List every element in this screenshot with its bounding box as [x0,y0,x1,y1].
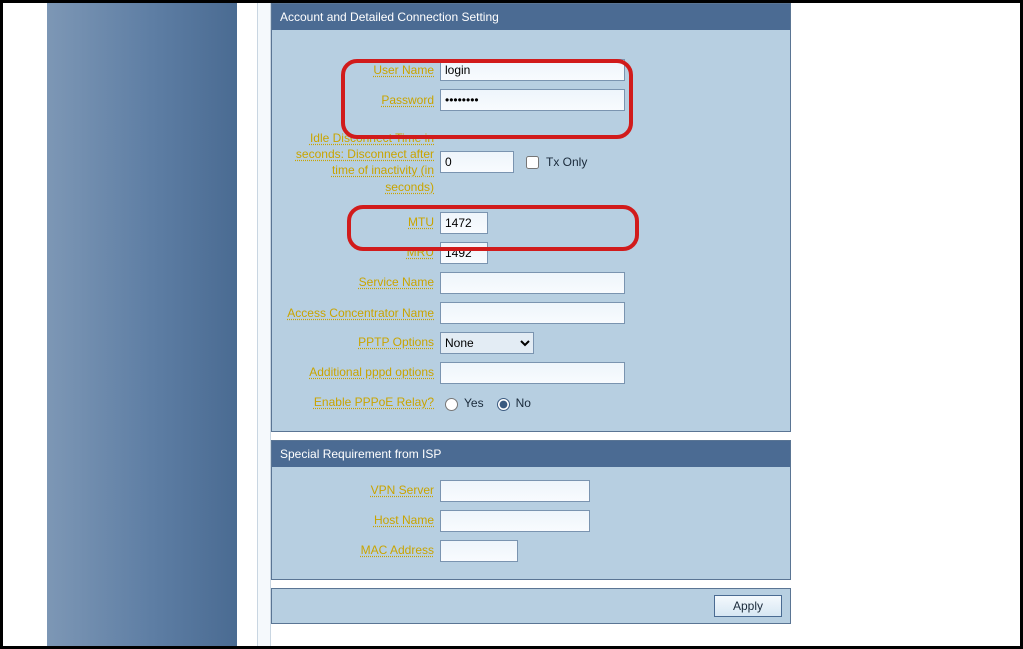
username-input[interactable] [440,59,625,81]
idle-label: Idle Disconnect Time in seconds: Disconn… [280,130,440,195]
txonly-label: Tx Only [546,155,587,169]
pppd-label: Additional pppd options [280,365,440,380]
ac-input[interactable] [440,302,625,324]
username-label: User Name [280,63,440,78]
isp-panel-title: Special Requirement from ISP [272,441,790,467]
password-label: Password [280,93,440,108]
relay-yes-radio[interactable] [445,398,458,411]
apply-bar: Apply [271,588,791,624]
ac-label: Access Concentrator Name [280,305,440,321]
pppd-input[interactable] [440,362,625,384]
account-panel: Account and Detailed Connection Setting … [271,3,791,432]
txonly-checkbox[interactable] [526,156,539,169]
mac-label: MAC Address [280,543,440,558]
service-label: Service Name [280,275,440,290]
vpn-input[interactable] [440,480,590,502]
mru-input[interactable] [440,242,488,264]
account-panel-title: Account and Detailed Connection Setting [272,4,790,30]
apply-button[interactable]: Apply [714,595,782,617]
host-input[interactable] [440,510,590,532]
left-sidebar [47,3,237,646]
relay-no-label: No [516,396,531,410]
relay-yes-label: Yes [464,396,484,410]
mtu-label: MTU [280,215,440,230]
password-input[interactable] [440,89,625,111]
pptp-select[interactable]: None [440,332,534,354]
isp-panel: Special Requirement from ISP VPN Server … [271,440,791,580]
relay-no-radio[interactable] [497,398,510,411]
vpn-label: VPN Server [280,483,440,498]
service-input[interactable] [440,272,625,294]
host-label: Host Name [280,513,440,528]
pptp-label: PPTP Options [280,335,440,350]
mru-label: MRU [280,245,440,260]
idle-input[interactable] [440,151,514,173]
mtu-input[interactable] [440,212,488,234]
sidebar-divider [257,3,271,646]
mac-input[interactable] [440,540,518,562]
relay-label: Enable PPPoE Relay? [280,395,440,410]
